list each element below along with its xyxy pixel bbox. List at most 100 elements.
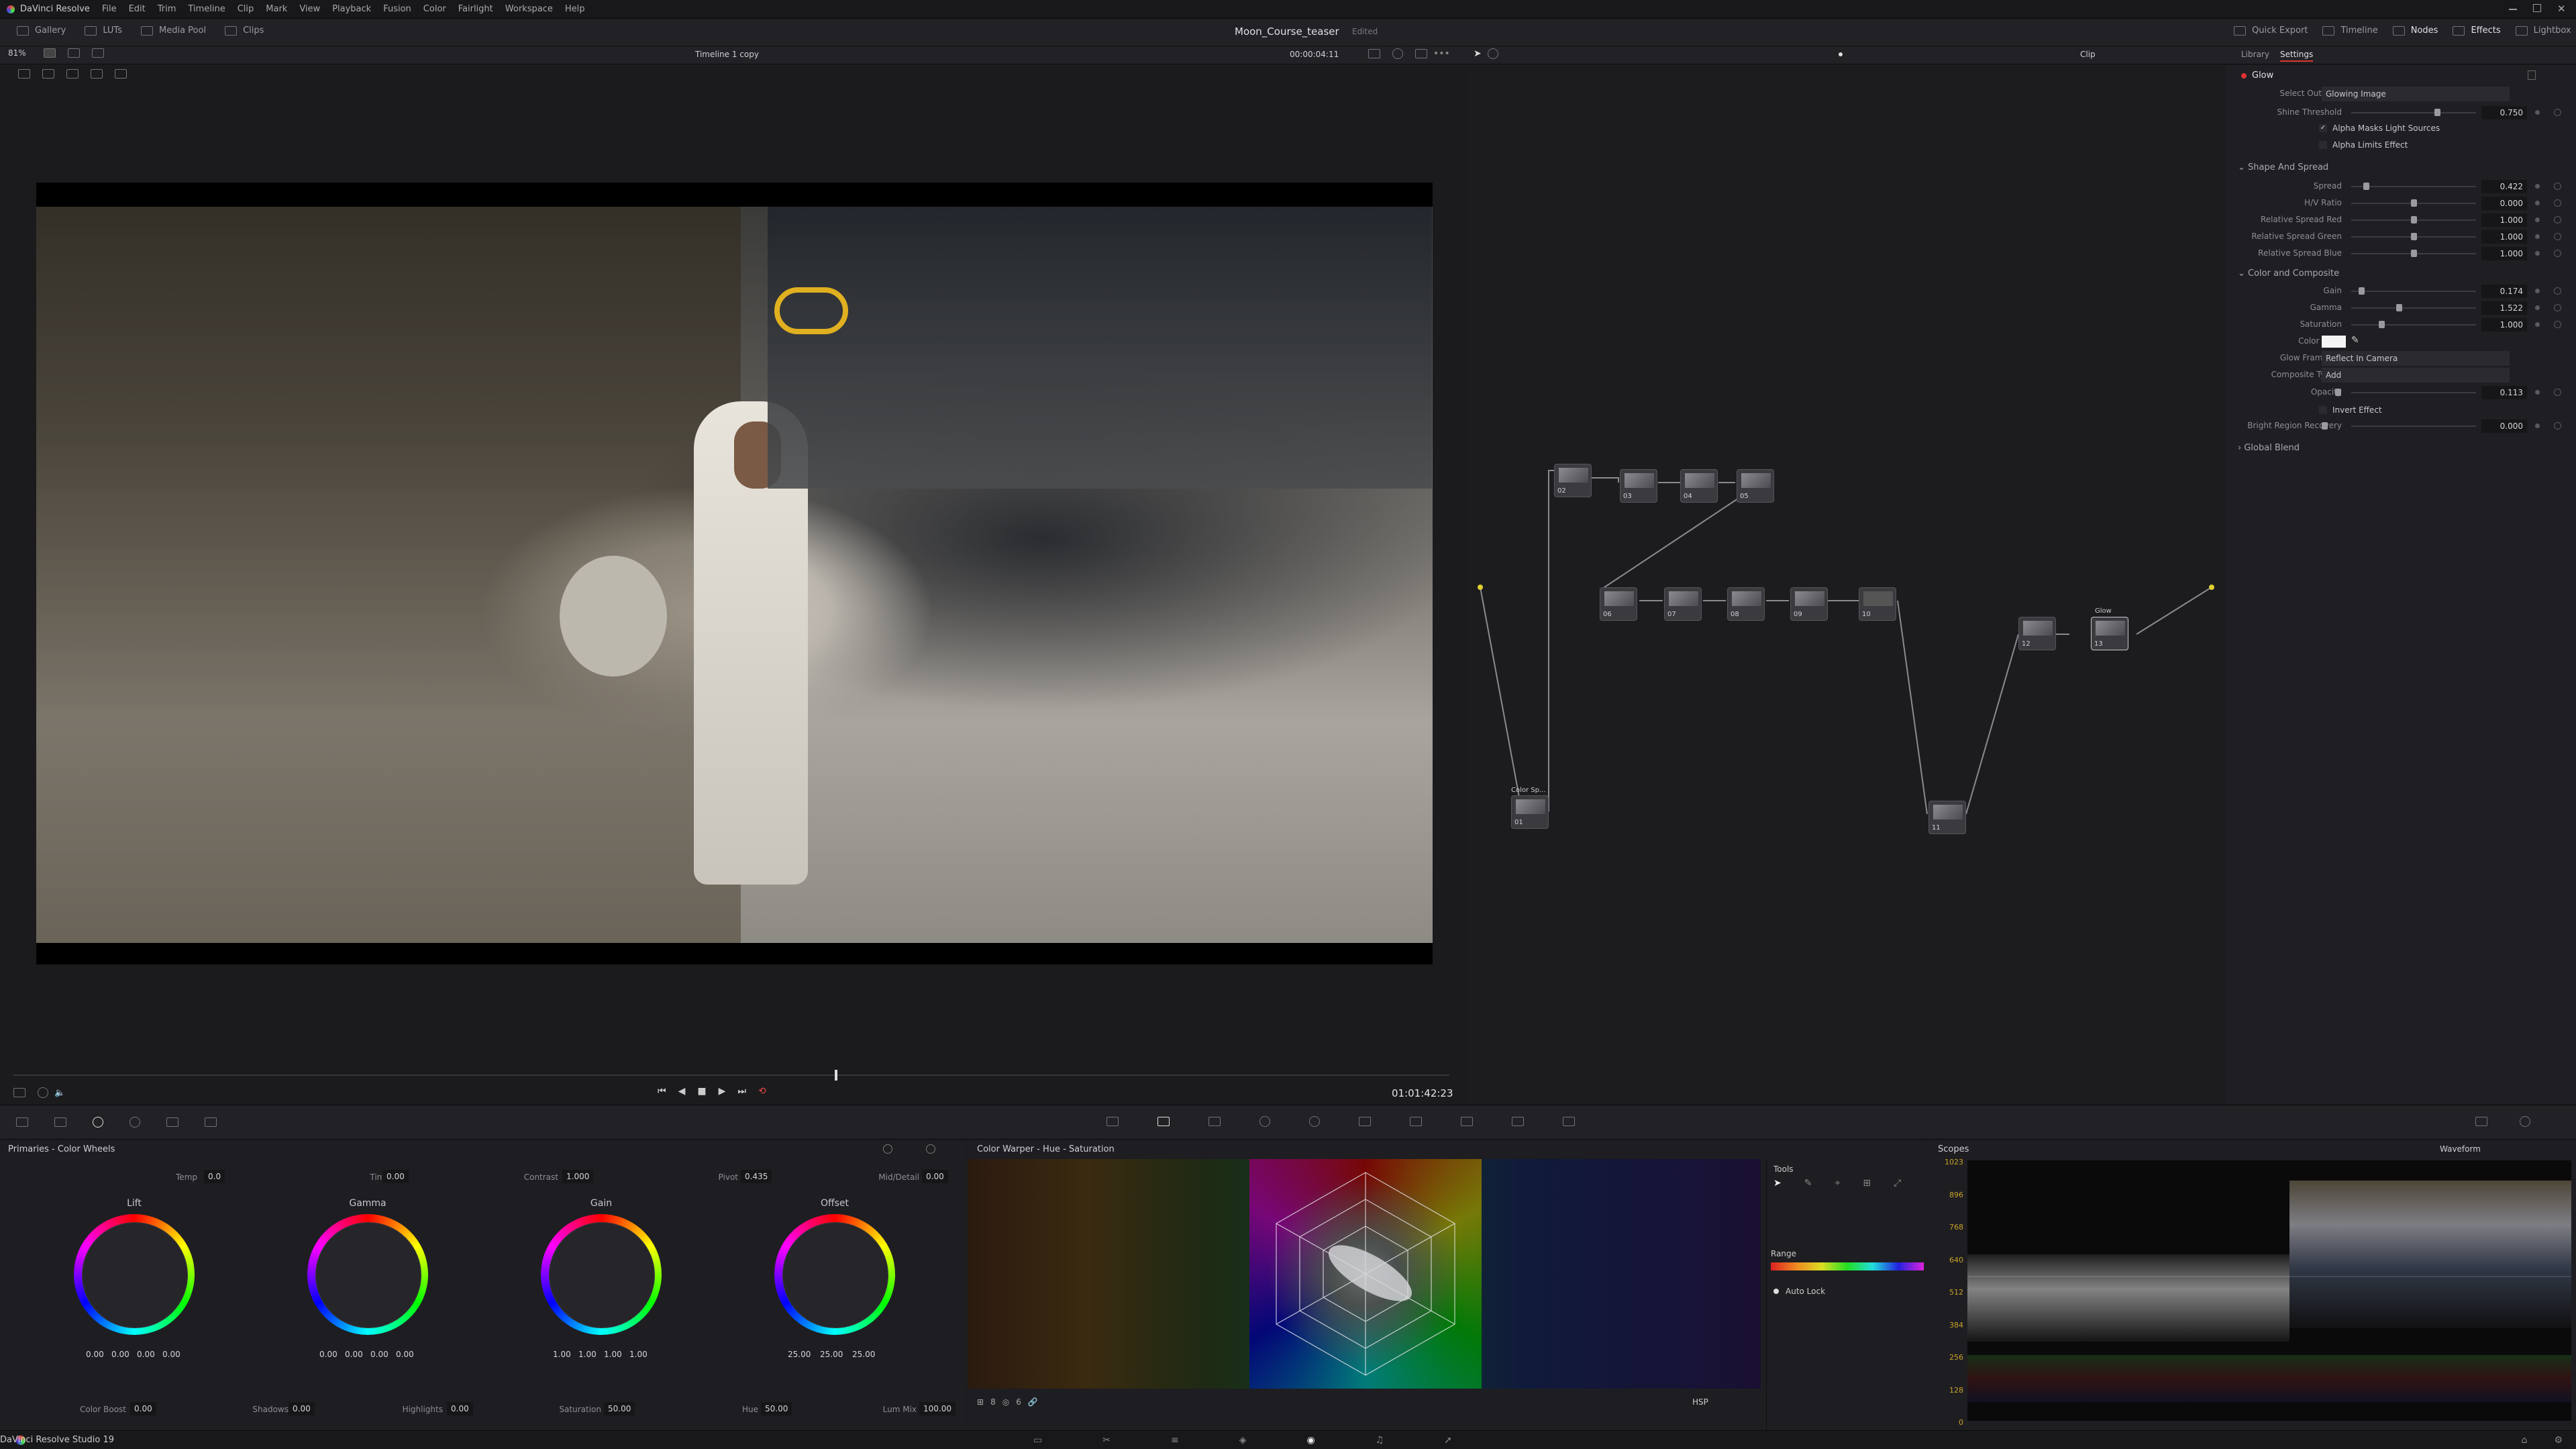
node-mode-selector[interactable]: Clip xyxy=(2080,50,2096,59)
grid-columns[interactable]: 8 xyxy=(990,1397,996,1407)
key-icon[interactable] xyxy=(1461,1117,1473,1126)
composite-type-dropdown[interactable]: Add xyxy=(2322,368,2510,383)
keyframe-icon[interactable] xyxy=(2535,110,2540,115)
settings-gear-icon[interactable]: ⚙ xyxy=(2554,1435,2563,1446)
color-match-icon[interactable] xyxy=(54,1117,66,1127)
temp-value[interactable]: 0.0 xyxy=(204,1170,225,1183)
node-09[interactable]: 09 xyxy=(1790,587,1828,621)
speaker-icon[interactable]: 🔈 xyxy=(54,1088,65,1098)
page-fusion-icon[interactable]: ◈ xyxy=(1239,1435,1247,1446)
node-01[interactable]: 01 xyxy=(1511,795,1549,829)
keyframe-icon[interactable] xyxy=(2535,423,2540,428)
motion-effects-icon[interactable] xyxy=(205,1117,217,1127)
play-reverse-icon[interactable]: ◀ xyxy=(678,1086,686,1097)
offset-g[interactable]: 25.00 xyxy=(820,1350,843,1359)
hdr-icon[interactable] xyxy=(130,1117,140,1128)
reset-icon[interactable] xyxy=(2554,287,2561,295)
zoom-icon[interactable] xyxy=(66,69,79,79)
node-02[interactable]: 02 xyxy=(1554,464,1592,497)
eyedropper-icon[interactable]: ✎ xyxy=(2351,335,2359,346)
magic-mask-icon[interactable] xyxy=(1359,1117,1371,1126)
home-icon[interactable]: ⌂ xyxy=(2522,1435,2528,1446)
reset-icon[interactable] xyxy=(2554,422,2561,430)
lift-wheel[interactable] xyxy=(74,1214,195,1335)
gain-b[interactable]: 1.00 xyxy=(629,1350,648,1359)
gain-r[interactable]: 1.00 xyxy=(578,1350,597,1359)
gallery-button[interactable]: Gallery xyxy=(35,26,66,36)
reset-icon[interactable] xyxy=(2554,321,2561,328)
pin-tool-icon[interactable]: ⌖ xyxy=(1835,1178,1840,1189)
page-deliver-icon[interactable]: ➚ xyxy=(1444,1435,1452,1446)
output-port[interactable] xyxy=(2209,585,2214,590)
info-icon[interactable] xyxy=(2520,1116,2530,1127)
tint-value[interactable]: 0.00 xyxy=(382,1170,409,1183)
auto-lock-indicator[interactable] xyxy=(1773,1289,1779,1294)
reset-icon[interactable] xyxy=(2554,250,2561,257)
color-param-slider[interactable] xyxy=(2351,307,2476,309)
gamma-y[interactable]: 0.00 xyxy=(319,1350,338,1359)
color-param-knob[interactable] xyxy=(2396,304,2402,311)
color-param-knob[interactable] xyxy=(2379,321,2385,328)
scope-type-dropdown[interactable]: Waveform xyxy=(2440,1144,2481,1154)
color-param-value[interactable]: 1.000 xyxy=(2481,318,2527,332)
opacity-knob[interactable] xyxy=(2335,389,2341,396)
menu-playback[interactable]: Playback xyxy=(332,4,371,14)
shape-param-value[interactable]: 0.422 xyxy=(2481,180,2527,193)
keyframe-icon[interactable] xyxy=(2535,184,2540,189)
menu-file[interactable]: File xyxy=(102,4,117,14)
node-11[interactable]: 11 xyxy=(1928,801,1966,834)
node-05[interactable]: 05 xyxy=(1737,469,1774,503)
clips-button[interactable]: Clips xyxy=(243,26,264,36)
effect-enable-icon[interactable] xyxy=(2241,73,2247,79)
mesh-icon[interactable]: ◎ xyxy=(1002,1397,1009,1407)
shape-param-value[interactable]: 1.000 xyxy=(2481,247,2527,260)
gain-wheel[interactable] xyxy=(541,1214,662,1335)
window-icon[interactable] xyxy=(1259,1116,1270,1127)
alpha-masks-row[interactable]: ✓ Alpha Masks Light Sources xyxy=(2319,123,2440,133)
keyframe-icon[interactable] xyxy=(2535,322,2540,327)
gain-g[interactable]: 1.00 xyxy=(604,1350,622,1359)
node-10[interactable]: 10 xyxy=(1859,587,1896,621)
menu-edit[interactable]: Edit xyxy=(129,4,146,14)
nodes-button[interactable]: Nodes xyxy=(2411,26,2438,36)
more-icon[interactable]: ••• xyxy=(1433,48,1450,59)
color-param-value[interactable]: 1.522 xyxy=(2481,301,2527,315)
invert-effect-row[interactable]: Invert Effect xyxy=(2319,405,2382,415)
grid-rows[interactable]: 6 xyxy=(1016,1397,1021,1407)
viewer-mode-icon[interactable] xyxy=(43,48,56,58)
alpha-limits-row[interactable]: Alpha Limits Effect xyxy=(2319,140,2408,150)
gamma-g[interactable]: 0.00 xyxy=(370,1350,389,1359)
transform-icon[interactable] xyxy=(18,69,30,79)
page-cut-icon[interactable]: ✂ xyxy=(1102,1435,1111,1446)
audio-icon[interactable] xyxy=(38,1087,48,1098)
keyframe-icon[interactable] xyxy=(2535,305,2540,310)
window-controls[interactable]: ✕ xyxy=(2509,3,2569,15)
lum-mix-value[interactable]: 100.00 xyxy=(919,1402,956,1415)
color-param-knob[interactable] xyxy=(2359,287,2365,295)
grid-icon[interactable] xyxy=(91,69,103,79)
shape-param-value[interactable]: 1.000 xyxy=(2481,230,2527,244)
reset-icon[interactable] xyxy=(2554,389,2561,396)
go-to-start-icon[interactable]: ⏮ xyxy=(658,1086,666,1097)
video-frame[interactable] xyxy=(36,183,1433,964)
color-warper-icon[interactable] xyxy=(1157,1117,1170,1126)
node-07[interactable]: 07 xyxy=(1664,587,1702,621)
glow-framing-dropdown[interactable]: Reflect In Camera xyxy=(2322,351,2510,366)
fullscreen-icon[interactable] xyxy=(1415,49,1427,58)
gamma-wheel[interactable] xyxy=(307,1214,428,1335)
shape-param-slider[interactable] xyxy=(2351,186,2476,187)
scrub-bar[interactable] xyxy=(13,1075,1449,1076)
primaries-icon[interactable] xyxy=(93,1117,103,1128)
tab-settings[interactable]: Settings xyxy=(2280,50,2314,62)
link-icon[interactable]: 🔗 xyxy=(1028,1397,1038,1407)
menu-clip[interactable]: Clip xyxy=(238,4,254,14)
stop-icon[interactable]: ■ xyxy=(697,1086,706,1097)
curves-icon[interactable] xyxy=(1106,1117,1119,1126)
playhead[interactable] xyxy=(835,1070,837,1081)
luts-button[interactable]: LUTs xyxy=(103,26,122,36)
bright-recovery-value[interactable]: 0.000 xyxy=(2481,419,2527,433)
menu-view[interactable]: View xyxy=(299,4,320,14)
lift-b[interactable]: 0.00 xyxy=(162,1350,181,1359)
offset-wheel[interactable] xyxy=(774,1214,895,1335)
global-blend-header[interactable]: › Global Blend xyxy=(2238,443,2300,453)
